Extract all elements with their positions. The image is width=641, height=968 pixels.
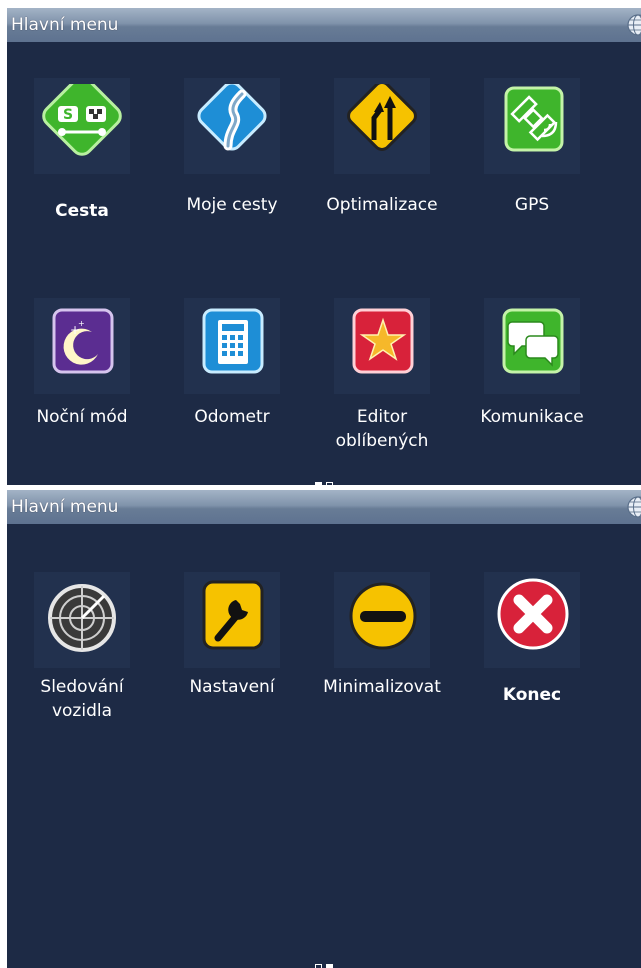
radar-icon: [48, 584, 116, 652]
calculator-icon: [202, 308, 264, 374]
page-dot[interactable]: [326, 482, 333, 485]
chat-icon: [502, 308, 564, 374]
page-dot-active[interactable]: [315, 482, 322, 485]
menu-item-settings[interactable]: Nastavení: [157, 572, 307, 742]
night-mode-icon: + +: [52, 308, 114, 374]
svg-text:S: S: [63, 107, 73, 123]
exit-icon: [497, 578, 569, 650]
minimize-icon: [349, 582, 417, 650]
svg-text:+: +: [78, 319, 85, 328]
menu-item-gps[interactable]: GPS: [457, 78, 607, 228]
menu-item-label: Nastavení: [189, 677, 275, 697]
menu-item-label-line-1: Editor: [356, 407, 408, 427]
my-routes-icon: [197, 84, 267, 151]
menu-item-optimize[interactable]: Optimalizace: [307, 78, 457, 228]
menu-item-odometer[interactable]: Odometr: [157, 298, 307, 458]
page-dot[interactable]: [315, 964, 322, 968]
main-menu-page-1: Hlavní menu S Cesta Moje cesty Optimaliz…: [7, 8, 641, 485]
wrench-icon: [202, 580, 264, 650]
menu-item-label-line-1: Sledování: [40, 677, 124, 697]
title-bar: Hlavní menu: [7, 8, 641, 42]
menu-item-label: Minimalizovat: [323, 677, 441, 697]
menu-item-my-routes[interactable]: Moje cesty: [157, 78, 307, 228]
menu-item-minimize[interactable]: Minimalizovat: [307, 572, 457, 742]
main-menu-page-2: Hlavní menu Sledování vozidla Nastavení …: [7, 490, 641, 968]
gps-satellite-icon: [504, 86, 564, 152]
menu-item-label: Konec: [502, 685, 562, 705]
menu-item-label-line-2: vozidla: [51, 701, 113, 721]
menu-item-communication[interactable]: Komunikace: [457, 298, 607, 458]
page-indicator: [7, 474, 641, 485]
menu-item-label: Noční mód: [36, 407, 128, 427]
menu-item-exit[interactable]: Konec: [457, 572, 607, 742]
menu-item-label: GPS: [514, 195, 550, 215]
globe-icon[interactable]: [627, 496, 641, 518]
star-icon: [352, 308, 414, 374]
menu-item-favorites-editor[interactable]: Editor oblíbených: [307, 298, 457, 458]
title-bar: Hlavní menu: [7, 490, 641, 524]
menu-item-label-line-2: oblíbených: [335, 431, 429, 451]
menu-item-night-mode[interactable]: + + Noční mód: [7, 298, 157, 458]
page-indicator: [7, 956, 641, 968]
menu-item-label: Komunikace: [480, 407, 584, 427]
menu-item-vehicle-tracking[interactable]: Sledování vozidla: [7, 572, 157, 742]
globe-icon[interactable]: [627, 14, 641, 36]
optimize-icon: [347, 84, 417, 151]
menu-item-label: Cesta: [55, 201, 109, 221]
menu-item-label: Optimalizace: [326, 195, 438, 215]
page-title: Hlavní menu: [11, 15, 119, 35]
route-icon: S: [42, 84, 122, 156]
menu-item-route[interactable]: S Cesta: [7, 78, 157, 228]
page-title: Hlavní menu: [11, 497, 119, 517]
menu-item-label: Odometr: [194, 407, 270, 427]
menu-item-label: Moje cesty: [186, 195, 278, 215]
page-dot-active[interactable]: [326, 964, 333, 968]
